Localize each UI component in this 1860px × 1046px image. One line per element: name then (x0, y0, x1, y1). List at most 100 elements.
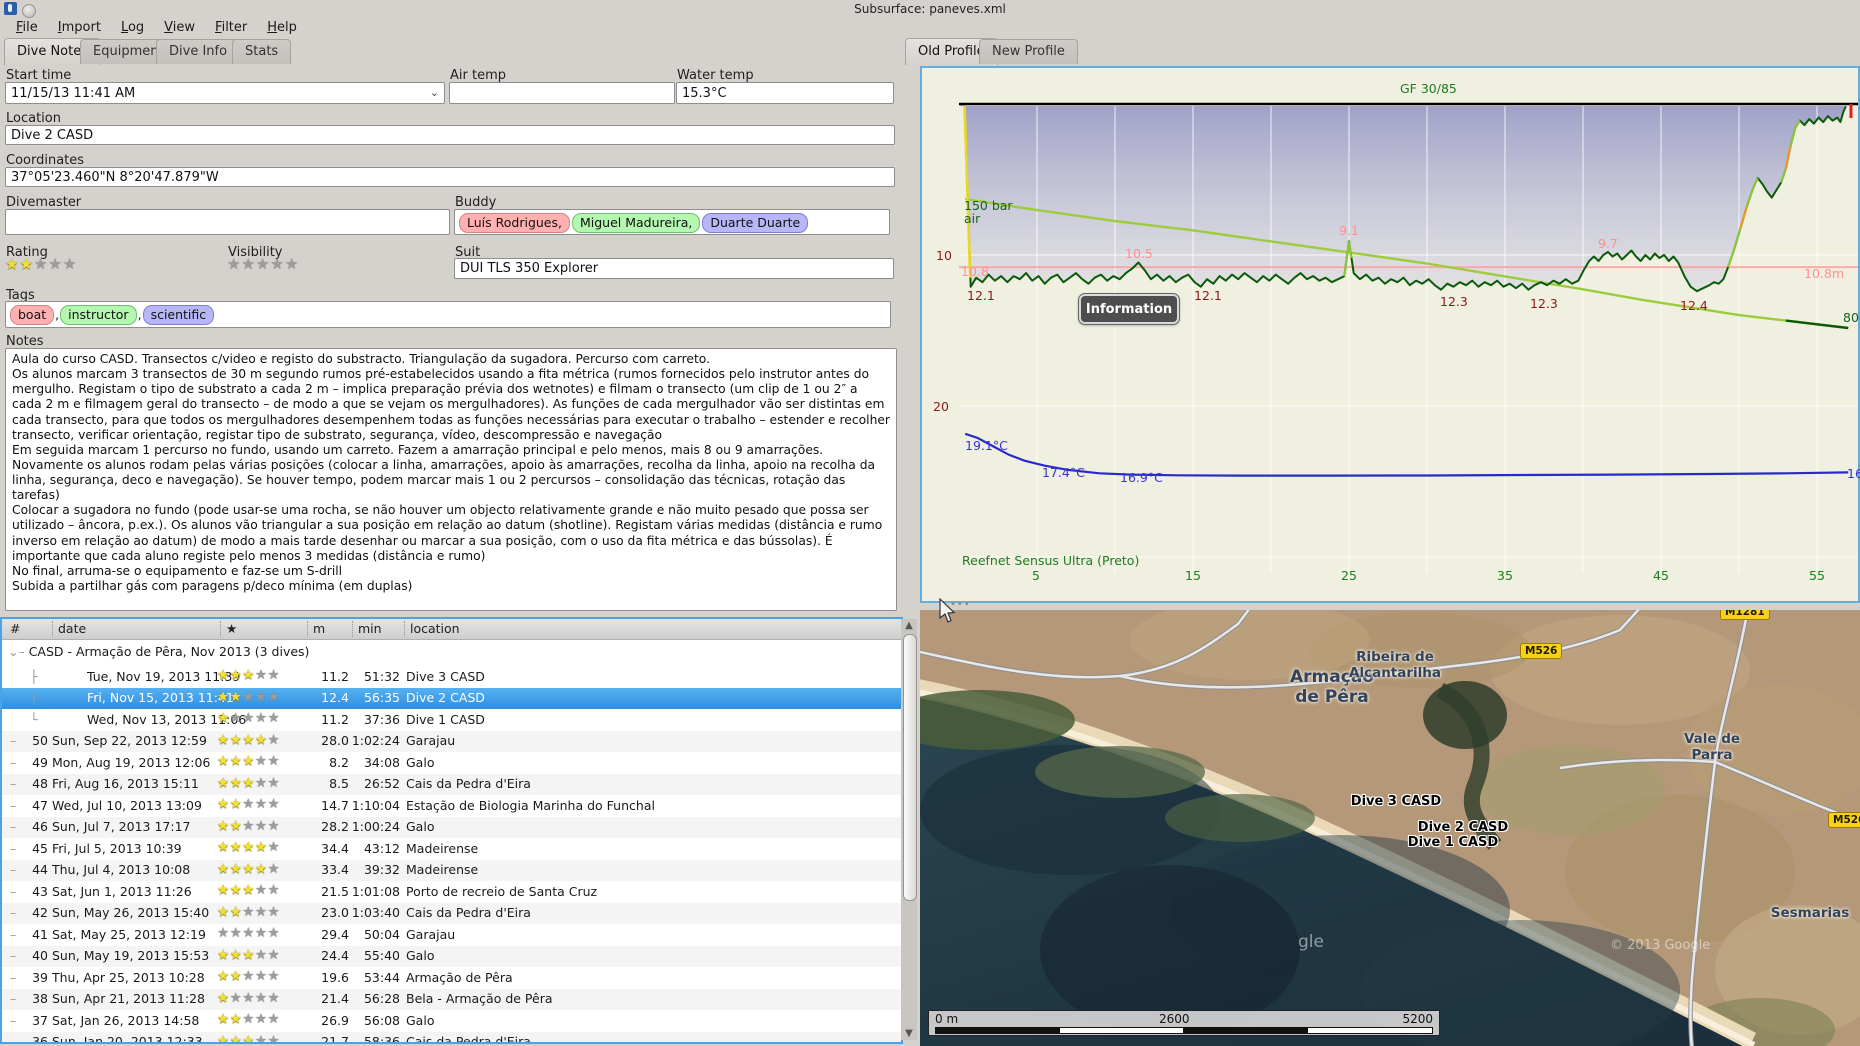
dive-site-label[interactable]: Dive 1 CASD (1408, 835, 1498, 850)
pill-luís-rodrigues[interactable]: Luís Rodrigues, (459, 212, 570, 233)
dive-row[interactable]: –47 Wed, Jul 10, 2013 13:09 ★★★★★ 14.7 1:10:… (2, 795, 901, 817)
dive-number: 37 (32, 1012, 48, 1028)
start-time-combobox[interactable]: 11/15/13 11:41 AM ⌄ (5, 82, 445, 104)
menu-view[interactable]: View (156, 19, 203, 38)
dive-row[interactable]: –45 Fri, Jul 5, 2013 10:39 ★★★★★ 34.4 43:12 M… (2, 838, 901, 860)
tree-branch: └ (30, 711, 38, 727)
dive-row-selected[interactable]: ├ Fri, Nov 15, 2013 11:41 ★★★★★ 12.4 56:35 Di… (2, 687, 901, 709)
dive-duration: 58:36 (363, 1034, 400, 1044)
divemaster-field[interactable] (5, 209, 450, 235)
star-filled-icon: ★ (242, 839, 255, 855)
star-empty-icon: ★ (242, 710, 255, 726)
dive-row[interactable]: –50 Sun, Sep 22, 2013 12:59 ★★★★★ 28.0 1:02:… (2, 730, 901, 752)
dive-trip-group-row[interactable]: ⌄– CASD - Armação de Pêra, Nov 2013 (3 d… (2, 640, 901, 666)
rating-stars[interactable]: ★★★★★ (5, 255, 77, 273)
dive-row[interactable]: –43 Sat, Jun 1, 2013 11:26 ★★★★★ 21.5 1:01:0… (2, 881, 901, 903)
star-empty-icon: ★ (241, 255, 256, 273)
air-temp-field[interactable] (449, 82, 675, 104)
pill-boat[interactable]: boat (10, 305, 55, 325)
dive-row[interactable]: –49 Mon, Aug 19, 2013 12:06 ★★★★★ 8.2 34:08 G… (2, 752, 901, 774)
dive-row[interactable]: –48 Fri, Aug 16, 2013 15:11 ★★★★★ 8.5 26:52 C… (2, 773, 901, 795)
dive-row[interactable]: └ Wed, Nov 13, 2013 11:06 ★★★★★ 11.2 37:36 Di… (2, 709, 901, 731)
star-empty-icon: ★ (267, 753, 281, 769)
scroll-up-icon[interactable]: ▲ (903, 620, 915, 631)
dive-list[interactable]: # date ★ m min location ⌄– CASD - Armação de … (0, 617, 903, 1044)
splitter-handle[interactable]: ••• (950, 599, 971, 610)
start-time-label: Start time (6, 68, 72, 83)
dive-row[interactable]: –36 Sun, Jan 20, 2013 12:33 ★★★★★ 21.7 58:36… (2, 1031, 901, 1044)
chevron-down-icon[interactable]: ⌄ (430, 86, 439, 99)
visibility-stars[interactable]: ★★★★★ (227, 255, 299, 273)
profile-label: 80 (1843, 310, 1859, 325)
dive-row[interactable]: –37 Sat, Jan 26, 2013 14:58 ★★★★★ 26.9 56:08… (2, 1010, 901, 1032)
dive-rating: ★★★★★ (217, 710, 280, 726)
star-empty-icon: ★ (254, 817, 268, 834)
dive-list-header[interactable]: # date ★ m min location (2, 619, 901, 640)
scroll-down-icon[interactable]: ▼ (903, 1028, 915, 1039)
profile-label: 45 (1653, 568, 1669, 583)
tab-stats[interactable]: Stats (232, 39, 292, 64)
pill-scientific[interactable]: scientific (142, 305, 215, 325)
dive-duration: 34:08 (363, 754, 400, 770)
dive-row[interactable]: –46 Sun, Jul 7, 2013 17:17 ★★★★★ 28.2 1:00:2… (2, 816, 901, 838)
column-header-min[interactable]: min (352, 621, 382, 637)
menu-file[interactable]: File (8, 19, 46, 38)
pill-miguel-madureira[interactable]: Miguel Madureira, (571, 212, 701, 233)
column-header-num[interactable]: # (5, 621, 20, 637)
buddy-label: Buddy (455, 195, 497, 210)
location-field[interactable]: Dive 2 CASD (5, 125, 895, 145)
star-empty-icon: ★ (267, 839, 281, 855)
column-header-date[interactable]: date (52, 621, 86, 637)
dive-rating: ★★★★★ (217, 753, 280, 769)
star-empty-icon: ★ (267, 731, 281, 748)
menu-log[interactable]: Log (113, 19, 152, 38)
tab-new-profile[interactable]: New Profile (979, 39, 1078, 64)
menu-filter[interactable]: Filter (207, 19, 255, 38)
dive-row[interactable]: –39 Thu, Apr 25, 2013 10:28 ★★★★★ 19.6 53:44… (2, 967, 901, 989)
dive-list-body: ⌄– CASD - Armação de Pêra, Nov 2013 (3 d… (2, 640, 901, 1044)
column-header-location[interactable]: location (404, 621, 460, 637)
dive-duration: 51:32 (363, 668, 400, 684)
star-filled-icon: ★ (217, 903, 230, 920)
column-header-m[interactable]: m (307, 621, 325, 637)
tags-field[interactable]: boat, instructor, scientific (5, 301, 891, 328)
water-temp-field[interactable]: 15.3°C (676, 82, 894, 104)
dive-row[interactable]: –42 Sun, May 26, 2013 15:40 ★★★★★ 23.0 1:03:… (2, 902, 901, 924)
scale-right-label: 5200 (1402, 1012, 1433, 1026)
dive-row[interactable]: –44 Thu, Jul 4, 2013 10:08 ★★★★★ 33.4 39:32 M… (2, 859, 901, 881)
dive-duration: 56:35 (363, 690, 400, 705)
map-panel[interactable]: Armação de Pêra Ribeira de Alcantarilha Va… (920, 610, 1860, 1046)
tree-branch: ├ (30, 668, 38, 684)
dive-site-label[interactable]: Dive 2 CASD (1418, 820, 1508, 835)
buddy-field[interactable]: Luís Rodrigues, Miguel Madureira, Duarte D… (454, 209, 890, 235)
dive-row[interactable]: –38 Sun, Apr 21, 2013 11:28 ★★★★★ 21.4 56:28… (2, 988, 901, 1010)
pill-separator: , (55, 307, 60, 322)
air-temp-label: Air temp (450, 68, 506, 83)
dive-site-label[interactable]: Dive 3 CASD (1351, 794, 1441, 809)
pill-duarte-duarte[interactable]: Duarte Duarte (702, 212, 809, 233)
dive-row[interactable]: –40 Sun, May 19, 2013 15:53 ★★★★★ 24.4 55:40… (2, 945, 901, 967)
collapse-icon[interactable]: ⌄– (2, 644, 29, 659)
map-scale-bar: 0 m 2600 5200 (928, 1010, 1440, 1036)
tab-dive-info[interactable]: Dive Info (156, 39, 241, 64)
menu-import[interactable]: Import (50, 19, 109, 38)
dive-duration: 1:00:24 (351, 819, 400, 834)
coordinates-field[interactable]: 37°05'23.460"N 8°20'47.879"W (5, 167, 895, 187)
dive-row[interactable]: –41 Sat, May 25, 2013 12:19 ★★★★★ 29.4 50:04… (2, 924, 901, 946)
menu-help[interactable]: Help (259, 19, 305, 38)
water-temp-label: Water temp (677, 68, 754, 83)
profile-label: 17.4°C (1042, 465, 1085, 480)
dive-row[interactable]: ├ Tue, Nov 19, 2013 11:39 ★★★★★ 11.2 51:32 Di… (2, 666, 901, 688)
pill-instructor[interactable]: instructor (60, 305, 137, 325)
notes-textarea[interactable]: Aula do curso CASD. Transectos c/video e… (5, 348, 897, 611)
column-header-stars[interactable]: ★ (220, 621, 237, 637)
subsurface-window: Subsurface: paneves.xml File Import Log Vie… (0, 0, 1860, 1046)
scrollbar-thumb[interactable] (903, 634, 917, 901)
scale-segment (935, 1027, 1061, 1034)
suit-field[interactable]: DUI TLS 350 Explorer (454, 258, 894, 279)
scale-mid-label: 2600 (1159, 1012, 1190, 1026)
star-filled-icon: ★ (217, 989, 230, 1006)
star-empty-icon: ★ (254, 774, 268, 791)
dive-date: Wed, Jul 10, 2013 13:09 (52, 797, 202, 813)
dive-list-scrollbar[interactable]: ▲ ▼ (901, 619, 917, 1040)
